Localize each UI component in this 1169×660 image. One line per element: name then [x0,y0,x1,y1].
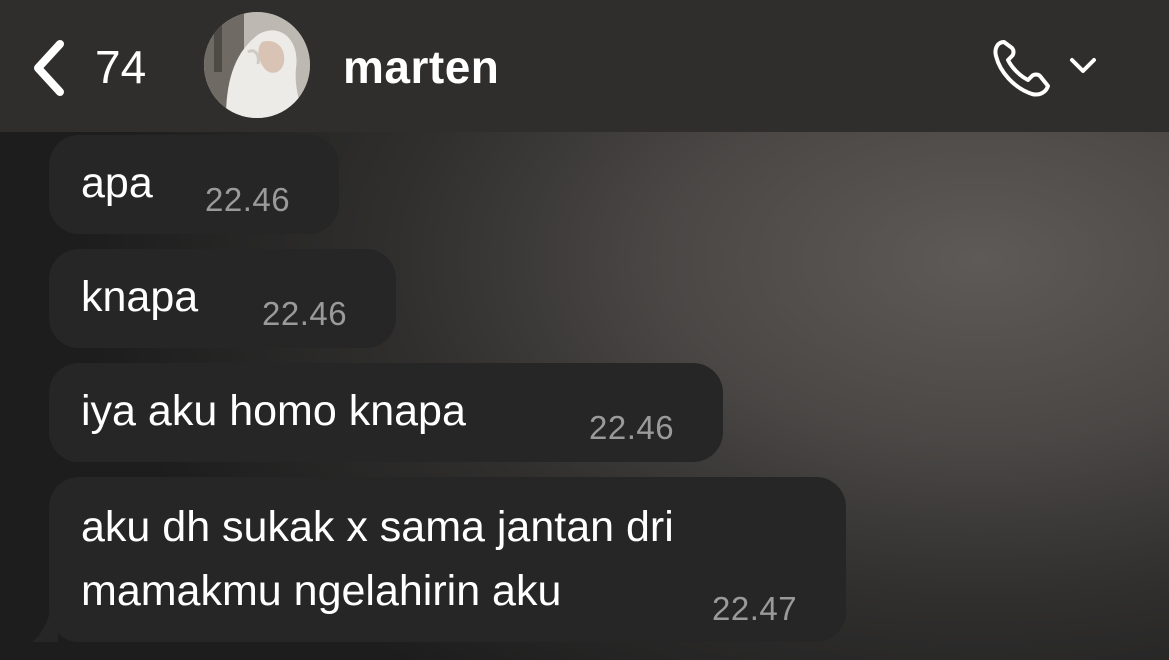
message-bubble[interactable]: aku dh sukak x sama jantan dri mamakmu n… [49,477,846,642]
chat-header: 74 marten [0,0,1169,132]
message-text: mamakmu ngelahirin aku [81,567,562,615]
avatar[interactable] [204,12,310,118]
message-time: 22.46 [262,295,348,332]
message-bubble[interactable]: iya aku homo knapa 22.46 [49,363,723,462]
message-bubble[interactable]: apa 22.46 [49,135,339,234]
call-button[interactable] [990,34,1100,100]
message-time: 22.47 [712,590,798,627]
chevron-left-icon [34,40,64,96]
contact-name[interactable]: marten [343,40,499,94]
message-text: iya aku homo knapa [81,387,466,435]
chevron-down-icon [1070,58,1096,73]
message-time: 22.46 [589,409,675,446]
bubble-tail [32,600,58,642]
message-text: aku dh sukak x sama jantan dri [81,503,674,551]
back-button[interactable] [26,36,76,100]
message-text: knapa [81,273,199,321]
message-time: 22.46 [205,181,291,218]
message-text: apa [81,159,153,207]
avatar-image [204,12,310,118]
unread-count[interactable]: 74 [95,40,146,94]
message-bubble[interactable]: knapa 22.46 [49,249,396,348]
